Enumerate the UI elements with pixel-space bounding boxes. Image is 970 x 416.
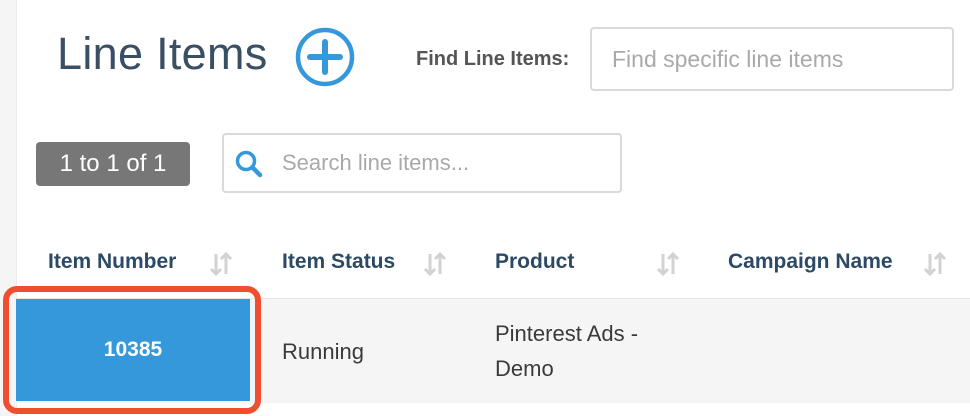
column-header-product[interactable]: Product — [495, 250, 574, 274]
search-line-items-input[interactable] — [282, 135, 612, 191]
column-header-item-number[interactable]: Item Number — [48, 250, 176, 274]
item-status-cell: Running — [282, 339, 364, 364]
search-icon — [235, 150, 263, 178]
search-box[interactable] — [222, 133, 622, 193]
find-line-items-input[interactable] — [590, 27, 954, 91]
sort-icon[interactable] — [208, 250, 234, 278]
item-number-link[interactable]: 10385 — [16, 299, 250, 401]
results-count-badge: 1 to 1 of 1 — [36, 142, 190, 186]
add-line-item-button[interactable] — [295, 27, 355, 87]
find-line-items-label: Find Line Items: — [416, 48, 570, 70]
sort-icon[interactable] — [655, 250, 681, 278]
sort-icon[interactable] — [922, 250, 948, 278]
sort-icon[interactable] — [422, 250, 448, 278]
product-cell-line-1: Pinterest Ads - — [495, 321, 639, 346]
column-header-campaign-name[interactable]: Campaign Name — [728, 250, 893, 274]
page-title: Line Items — [57, 28, 268, 79]
product-cell-line-2: Demo — [495, 356, 554, 381]
left-panel-edge — [0, 0, 17, 416]
column-header-item-status[interactable]: Item Status — [282, 250, 395, 274]
